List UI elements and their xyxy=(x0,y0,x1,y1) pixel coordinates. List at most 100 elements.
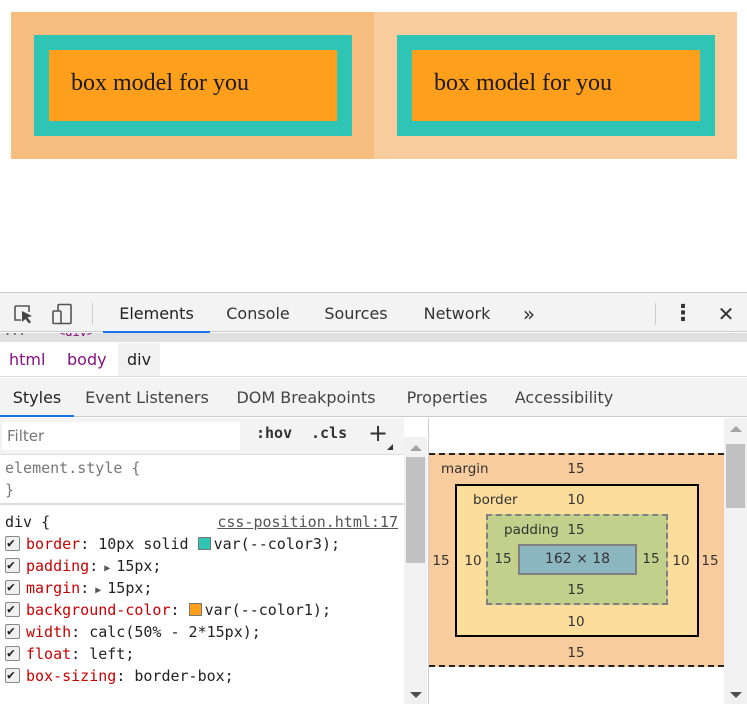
box-model-margin[interactable]: margin 15 15 15 15 border 10 10 10 10 pa… xyxy=(429,453,724,667)
property-name[interactable]: box-sizing xyxy=(26,667,116,685)
property-value-var[interactable]: var(--color3); xyxy=(214,535,340,553)
styles-scrollbar[interactable] xyxy=(404,437,427,704)
property-value[interactable]: 15px; xyxy=(107,579,152,597)
device-toolbar-icon[interactable] xyxy=(51,303,75,325)
declaration-margin: margin: ▶ 15px; xyxy=(0,577,404,599)
box-model-padding[interactable]: padding 15 15 15 15 162 × 18 xyxy=(486,514,668,605)
scroll-down-arrow-icon[interactable] xyxy=(730,692,742,698)
chevron-double-right-icon: » xyxy=(522,302,536,326)
inspect-element-icon[interactable] xyxy=(12,303,36,325)
tab-styles[interactable]: Styles xyxy=(0,378,74,417)
border-left[interactable]: 10 xyxy=(461,553,485,569)
demo-box-1[interactable]: box model for you xyxy=(34,35,352,136)
declaration-checkbox[interactable] xyxy=(5,665,20,687)
breadcrumb-html[interactable]: html xyxy=(0,343,54,376)
hover-state-toggle[interactable]: :hov xyxy=(256,424,292,442)
border-right[interactable]: 10 xyxy=(669,553,693,569)
content-size[interactable]: 162 × 18 xyxy=(545,551,610,567)
close-devtools-button[interactable]: ✕ xyxy=(712,293,740,333)
breadcrumb-body[interactable]: body xyxy=(58,343,116,376)
scroll-up-arrow-icon[interactable] xyxy=(730,426,742,432)
styles-pane: :hov .cls + element.style { } div { css-… xyxy=(0,418,404,704)
more-options-button[interactable]: ⋮ xyxy=(670,293,696,333)
expand-triangle-icon[interactable]: ▶ xyxy=(89,585,107,596)
padding-bottom[interactable]: 15 xyxy=(564,582,588,598)
property-name[interactable]: margin xyxy=(26,579,80,597)
styles-filter-bar: :hov .cls + xyxy=(0,418,404,455)
tab-elements[interactable]: Elements xyxy=(103,293,210,333)
declaration-width: width: calc(50% - 2*15px); xyxy=(0,621,404,643)
scroll-up-arrow-icon[interactable] xyxy=(410,445,422,451)
dom-tree-peek[interactable]: ... <div> —÷— xyxy=(0,333,747,342)
scrollbar-thumb[interactable] xyxy=(726,444,745,508)
border-bottom[interactable]: 10 xyxy=(564,614,588,630)
margin-right[interactable]: 15 xyxy=(698,553,722,569)
rule-source-link[interactable]: css-position.html:17 xyxy=(217,511,398,533)
tab-accessibility[interactable]: Accessibility xyxy=(508,378,620,417)
property-name[interactable]: background-color xyxy=(26,601,171,619)
element-style-selector[interactable]: element.style { xyxy=(0,455,404,479)
declaration-checkbox[interactable] xyxy=(5,577,20,599)
color-swatch-icon[interactable] xyxy=(197,537,211,550)
scroll-down-arrow-icon[interactable] xyxy=(410,692,422,698)
property-name[interactable]: width xyxy=(26,623,71,641)
dropdown-corner-icon xyxy=(387,444,393,450)
tab-event-listeners-label: Event Listeners xyxy=(85,388,209,407)
tab-styles-label: Styles xyxy=(12,388,62,407)
property-name[interactable]: padding xyxy=(26,557,89,575)
declaration-checkbox[interactable] xyxy=(5,643,20,665)
resize-handle-icon[interactable]: —÷— xyxy=(725,333,741,337)
rule-divider xyxy=(0,503,404,505)
border-top[interactable]: 10 xyxy=(564,492,588,508)
expand-triangle-icon[interactable]: ▶ xyxy=(98,563,116,574)
padding-right[interactable]: 15 xyxy=(639,551,663,567)
box-model-content[interactable]: 162 × 18 xyxy=(518,544,637,575)
property-name[interactable]: border xyxy=(26,535,80,553)
new-style-rule-button[interactable]: + xyxy=(368,419,388,447)
padding-top[interactable]: 15 xyxy=(564,522,588,538)
scrollbar-thumb[interactable] xyxy=(406,457,425,563)
tab-elements-label: Elements xyxy=(119,304,194,323)
declaration-checkbox[interactable] xyxy=(5,621,20,643)
property-name[interactable]: float xyxy=(26,645,71,663)
demo-box-2[interactable]: box model for you xyxy=(397,35,715,136)
tab-sources[interactable]: Sources xyxy=(314,293,398,333)
margin-top[interactable]: 15 xyxy=(564,461,588,477)
property-value[interactable]: 10px solid xyxy=(98,535,197,553)
property-value[interactable]: left; xyxy=(89,645,134,663)
tab-network-label: Network xyxy=(423,304,491,323)
ellipsis: ... xyxy=(4,333,26,338)
tab-event-listeners[interactable]: Event Listeners xyxy=(80,378,214,417)
box-model-border[interactable]: border 10 10 10 10 padding 15 15 15 15 1… xyxy=(455,484,699,637)
margin-left[interactable]: 15 xyxy=(429,553,453,569)
element-style-close: } xyxy=(5,481,15,499)
declaration-checkbox[interactable] xyxy=(5,599,20,621)
box-model-scrollbar[interactable] xyxy=(724,418,747,704)
rule-selector[interactable]: div { xyxy=(5,513,50,531)
tab-network[interactable]: Network xyxy=(412,293,502,333)
property-value[interactable]: border-box; xyxy=(134,667,233,685)
property-value-var[interactable]: var(--color1); xyxy=(205,601,331,619)
styles-filter-input[interactable] xyxy=(2,422,240,450)
color-swatch-icon[interactable] xyxy=(188,603,202,616)
tab-dom-breakpoints[interactable]: DOM Breakpoints xyxy=(226,378,386,417)
class-toggle[interactable]: .cls xyxy=(311,424,347,442)
tab-console-label: Console xyxy=(226,304,290,323)
declaration-padding: padding: ▶ 15px; xyxy=(0,555,404,577)
tab-properties[interactable]: Properties xyxy=(398,378,496,417)
margin-bottom[interactable]: 15 xyxy=(564,645,588,661)
declaration-checkbox[interactable] xyxy=(5,533,20,555)
tab-dom-breakpoints-label: DOM Breakpoints xyxy=(236,388,376,407)
property-value[interactable]: 15px; xyxy=(116,557,161,575)
tab-console[interactable]: Console xyxy=(214,293,302,333)
declaration-checkbox[interactable] xyxy=(5,555,20,577)
border-label: border xyxy=(473,492,518,508)
demo-box-1-text: box model for you xyxy=(71,70,249,96)
property-value[interactable]: calc(50% - 2*15px); xyxy=(89,623,261,641)
box-model-diagram: margin 15 15 15 15 border 10 10 10 10 pa… xyxy=(428,418,724,704)
breadcrumb-div[interactable]: div xyxy=(118,343,161,376)
demo-box-2-text: box model for you xyxy=(434,70,612,96)
padding-left[interactable]: 15 xyxy=(491,551,515,567)
margin-label: margin xyxy=(441,461,489,477)
more-tabs-button[interactable]: » xyxy=(514,293,544,333)
